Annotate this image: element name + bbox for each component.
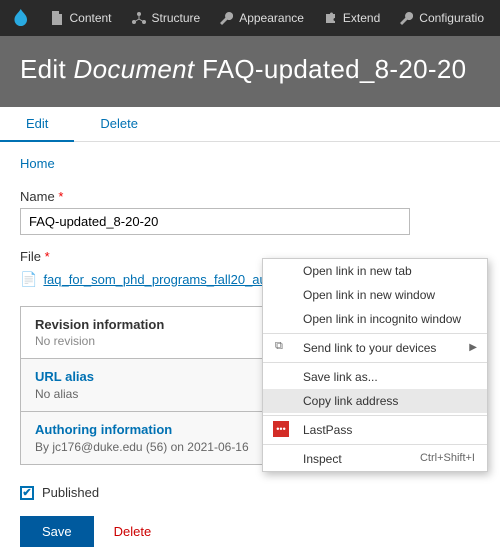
admin-config-label: Configuratio [419,11,484,25]
admin-appearance[interactable]: Appearance [210,0,314,36]
name-label: Name * [20,189,480,204]
admin-extend[interactable]: Extend [314,0,390,36]
chevron-right-icon: ▶ [469,342,477,353]
delete-link[interactable]: Delete [114,524,152,539]
admin-content[interactable]: Content [41,0,121,36]
ctx-lastpass[interactable]: •••LastPass [263,418,487,442]
admin-structure-label: Structure [152,11,201,25]
published-label: Published [42,485,99,500]
tabs: Edit Delete [0,107,500,142]
admin-appearance-label: Appearance [239,11,304,25]
published-checkbox[interactable]: ✔ [20,486,34,500]
structure-icon [132,12,146,24]
tab-delete[interactable]: Delete [74,107,164,141]
ctx-save-link-as[interactable]: Save link as... [263,365,487,389]
pdf-icon: 📄 [20,271,37,288]
ctx-send-devices[interactable]: ⧉Send link to your devices▶ [263,336,487,360]
lastpass-icon: ••• [273,421,289,437]
admin-configuration[interactable]: Configuratio [390,0,494,36]
wrench-icon [220,12,233,25]
puzzle-icon [324,12,337,25]
admin-structure[interactable]: Structure [122,0,211,36]
required-marker: * [58,189,63,204]
context-menu: Open link in new tab Open link in new wi… [262,258,488,472]
ctx-separator [263,333,487,334]
breadcrumb-home[interactable]: Home [20,156,55,171]
save-button[interactable]: Save [20,516,94,547]
page-title-area: Edit Document FAQ-updated_8-20-20 [0,36,500,107]
drupal-logo-icon [10,7,31,29]
required-marker: * [45,249,50,264]
published-row: ✔ Published [20,485,480,500]
file-icon [51,11,63,25]
tab-edit[interactable]: Edit [0,107,74,142]
ctx-inspect[interactable]: InspectCtrl+Shift+I [263,447,487,471]
ctx-separator [263,362,487,363]
admin-toolbar: Content Structure Appearance Extend Conf… [0,0,500,36]
admin-extend-label: Extend [343,11,380,25]
wrench-icon [400,12,413,25]
ctx-open-incognito[interactable]: Open link in incognito window [263,307,487,331]
ctx-separator [263,415,487,416]
ctx-separator [263,444,487,445]
ctx-open-new-tab[interactable]: Open link in new tab [263,259,487,283]
actions-row: Save Delete [20,516,480,547]
ctx-copy-link-address[interactable]: Copy link address [263,389,487,413]
admin-content-label: Content [69,11,111,25]
page-title: Edit Document FAQ-updated_8-20-20 [20,54,480,85]
devices-icon: ⧉ [275,340,283,353]
name-input[interactable] [20,208,410,235]
ctx-open-new-window[interactable]: Open link in new window [263,283,487,307]
ctx-shortcut: Ctrl+Shift+I [420,452,475,464]
